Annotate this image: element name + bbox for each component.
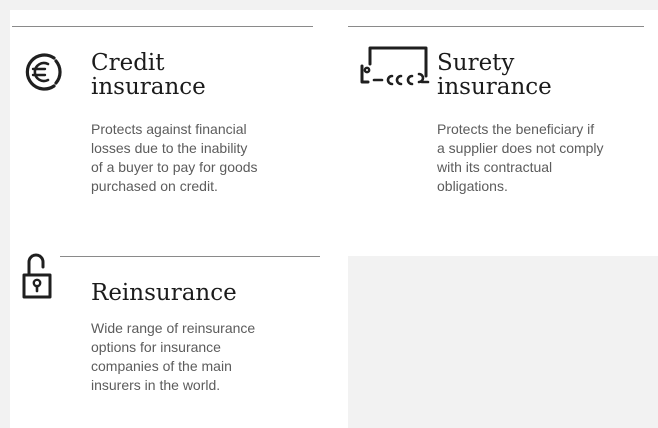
card-title[interactable]: Reinsurance xyxy=(91,281,237,305)
padlock-icon xyxy=(20,250,56,302)
surety-chain-icon xyxy=(356,44,432,92)
divider xyxy=(60,256,320,257)
divider xyxy=(348,26,644,27)
card-description: Protects against financial losses due to… xyxy=(91,121,258,194)
euro-icon xyxy=(18,48,66,96)
card-title[interactable]: Credit insurance xyxy=(91,51,206,99)
card-description: Wide range of reinsurance options for in… xyxy=(91,320,256,393)
card-title[interactable]: Surety insurance xyxy=(437,51,552,99)
divider xyxy=(12,26,313,27)
card-description: Protects the beneficiary if a supplier d… xyxy=(437,121,604,194)
